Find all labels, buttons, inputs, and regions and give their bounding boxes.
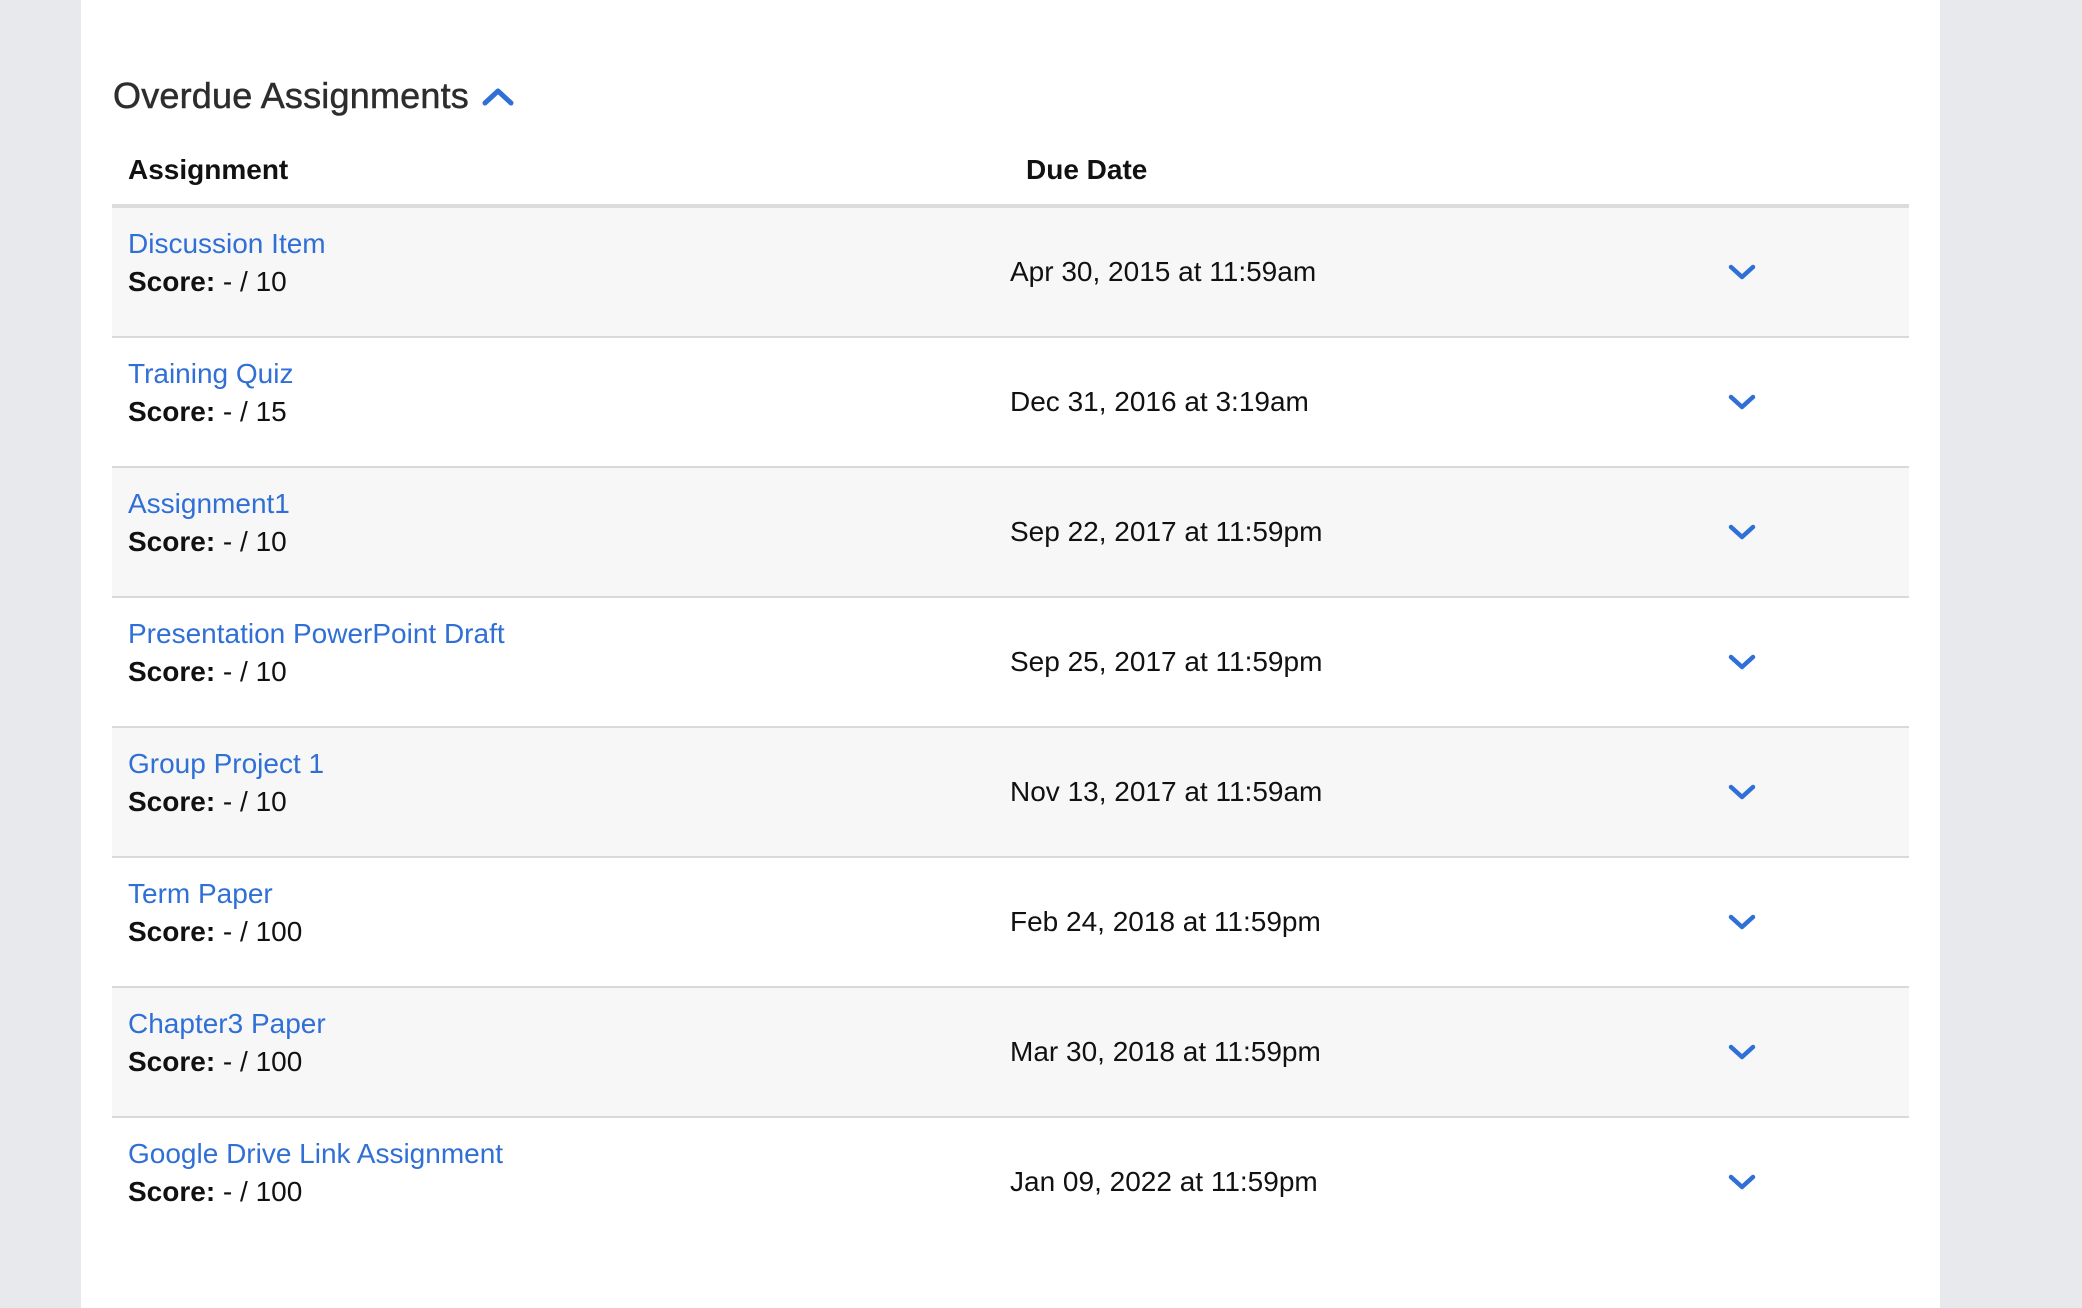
chevron-down-icon[interactable] bbox=[1712, 512, 1772, 552]
score-value: - / 10 bbox=[215, 656, 287, 687]
assignment-score: Score: - / 10 bbox=[128, 266, 287, 298]
table-row: Chapter3 Paper Score: - / 100 Mar 30, 20… bbox=[112, 988, 1909, 1118]
assignment-link[interactable]: Training Quiz bbox=[128, 358, 293, 390]
assignment-link[interactable]: Presentation PowerPoint Draft bbox=[128, 618, 505, 650]
assignment-score: Score: - / 100 bbox=[128, 1046, 302, 1078]
assignment-score: Score: - / 10 bbox=[128, 656, 287, 688]
chevron-down-icon[interactable] bbox=[1712, 772, 1772, 812]
due-date: Sep 25, 2017 at 11:59pm bbox=[1010, 646, 1323, 677]
due-date: Dec 31, 2016 at 3:19am bbox=[1010, 386, 1309, 417]
assignment-link[interactable]: Chapter3 Paper bbox=[128, 1008, 326, 1040]
assignment-link[interactable]: Google Drive Link Assignment bbox=[128, 1138, 503, 1170]
column-header-assignment: Assignment bbox=[128, 154, 289, 185]
assignments-table: Assignment Due Date Discussion Item Scor… bbox=[112, 140, 1909, 1246]
column-header-due-date: Due Date bbox=[1026, 154, 1148, 185]
assignment-link[interactable]: Term Paper bbox=[128, 878, 273, 910]
due-date: Sep 22, 2017 at 11:59pm bbox=[1010, 516, 1323, 547]
due-date: Apr 30, 2015 at 11:59am bbox=[1010, 256, 1317, 287]
score-label: Score: bbox=[128, 526, 216, 557]
table-row: Group Project 1 Score: - / 10 Nov 13, 20… bbox=[112, 728, 1909, 858]
assignment-score: Score: - / 15 bbox=[128, 396, 287, 428]
score-label: Score: bbox=[128, 786, 216, 817]
due-date: Mar 30, 2018 at 11:59pm bbox=[1010, 1036, 1321, 1067]
score-value: - / 10 bbox=[215, 786, 287, 817]
score-label: Score: bbox=[128, 396, 216, 427]
assignment-score: Score: - / 10 bbox=[128, 526, 287, 558]
score-label: Score: bbox=[128, 1046, 216, 1077]
table-row: Assignment1 Score: - / 10 Sep 22, 2017 a… bbox=[112, 468, 1909, 598]
table-row: Discussion Item Score: - / 10 Apr 30, 20… bbox=[112, 208, 1909, 338]
assignment-link[interactable]: Discussion Item bbox=[128, 228, 326, 260]
assignment-link[interactable]: Assignment1 bbox=[128, 488, 290, 520]
chevron-down-icon[interactable] bbox=[1712, 1032, 1772, 1072]
assignment-score: Score: - / 100 bbox=[128, 916, 302, 948]
due-date: Jan 09, 2022 at 11:59pm bbox=[1010, 1166, 1318, 1197]
chevron-up-icon[interactable] bbox=[481, 81, 515, 111]
chevron-down-icon[interactable] bbox=[1712, 252, 1772, 292]
chevron-down-icon[interactable] bbox=[1712, 1162, 1772, 1202]
assignment-score: Score: - / 100 bbox=[128, 1176, 302, 1208]
score-label: Score: bbox=[128, 916, 216, 947]
chevron-down-icon[interactable] bbox=[1712, 642, 1772, 682]
score-value: - / 100 bbox=[215, 1176, 303, 1207]
assignment-score: Score: - / 10 bbox=[128, 786, 287, 818]
score-label: Score: bbox=[128, 1176, 216, 1207]
score-value: - / 15 bbox=[215, 396, 287, 427]
table-row: Term Paper Score: - / 100 Feb 24, 2018 a… bbox=[112, 858, 1909, 988]
chevron-down-icon[interactable] bbox=[1712, 902, 1772, 942]
due-date: Nov 13, 2017 at 11:59am bbox=[1010, 776, 1323, 807]
score-value: - / 100 bbox=[215, 1046, 303, 1077]
score-value: - / 10 bbox=[215, 526, 287, 557]
table-header: Assignment Due Date bbox=[112, 140, 1909, 208]
score-label: Score: bbox=[128, 266, 216, 297]
assignment-link[interactable]: Group Project 1 bbox=[128, 748, 324, 780]
section-header: Overdue Assignments bbox=[113, 72, 515, 120]
overdue-assignments-panel: Overdue Assignments Assignment Due Date … bbox=[81, 0, 1940, 1308]
table-row: Presentation PowerPoint Draft Score: - /… bbox=[112, 598, 1909, 728]
chevron-down-icon[interactable] bbox=[1712, 382, 1772, 422]
table-row: Training Quiz Score: - / 15 Dec 31, 2016… bbox=[112, 338, 1909, 468]
section-title: Overdue Assignments bbox=[113, 75, 469, 117]
score-value: - / 10 bbox=[215, 266, 287, 297]
due-date: Feb 24, 2018 at 11:59pm bbox=[1010, 906, 1321, 937]
score-label: Score: bbox=[128, 656, 216, 687]
score-value: - / 100 bbox=[215, 916, 303, 947]
table-row: Google Drive Link Assignment Score: - / … bbox=[112, 1118, 1909, 1246]
